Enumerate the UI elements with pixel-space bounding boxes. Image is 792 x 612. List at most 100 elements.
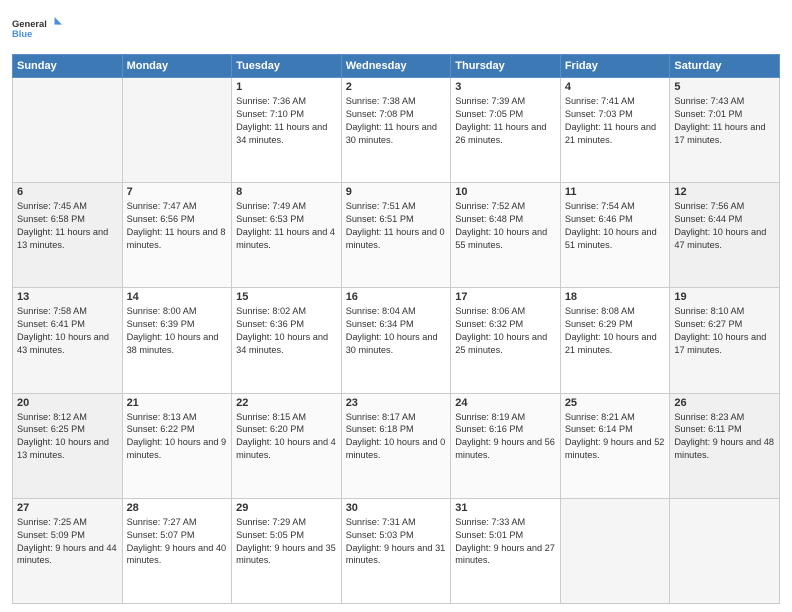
day-info: Sunrise: 8:10 AMSunset: 6:27 PMDaylight:…	[674, 305, 775, 357]
day-number: 20	[17, 397, 118, 409]
svg-text:General: General	[12, 19, 47, 29]
calendar-cell: 27Sunrise: 7:25 AMSunset: 5:09 PMDayligh…	[13, 498, 123, 603]
day-info: Sunrise: 8:21 AMSunset: 6:14 PMDaylight:…	[565, 411, 666, 463]
calendar-cell: 21 Sunrise: 8:13 AMSunset: 6:22 PMDayligh…	[122, 393, 232, 498]
calendar-week-row: 1Sunrise: 7:36 AMSunset: 7:10 PMDaylight…	[13, 78, 780, 183]
logo-svg: General Blue	[12, 10, 62, 48]
day-number: 1	[236, 81, 337, 93]
day-number: 30	[346, 502, 447, 514]
day-info: Sunrise: 7:56 AMSunset: 6:44 PMDaylight:…	[674, 200, 775, 252]
day-info: Sunrise: 8:15 AMSunset: 6:20 PMDaylight:…	[236, 411, 337, 463]
calendar-cell: 6Sunrise: 7:45 AMSunset: 6:58 PMDaylight…	[13, 183, 123, 288]
calendar-cell: 16 Sunrise: 8:04 AMSunset: 6:34 PMDayligh…	[341, 288, 451, 393]
day-info: Sunrise: 8:06 AMSunset: 6:32 PMDaylight:…	[455, 305, 556, 357]
day-number: 21	[127, 397, 228, 409]
day-number: 13	[17, 291, 118, 303]
day-info: Sunrise: 7:43 AMSunset: 7:01 PMDaylight:…	[674, 95, 775, 147]
calendar-header-row: SundayMondayTuesdayWednesdayThursdayFrid…	[13, 55, 780, 78]
calendar-week-row: 13 Sunrise: 7:58 AMSunset: 6:41 PMDayligh…	[13, 288, 780, 393]
weekday-header: Saturday	[670, 55, 780, 78]
day-info: Sunrise: 7:51 AMSunset: 6:51 PMDaylight:…	[346, 200, 447, 252]
calendar-cell: 20 Sunrise: 8:12 AMSunset: 6:25 PMDayligh…	[13, 393, 123, 498]
calendar-cell: 25 Sunrise: 8:21 AMSunset: 6:14 PMDayligh…	[560, 393, 670, 498]
day-info: Sunrise: 8:12 AMSunset: 6:25 PMDaylight:…	[17, 411, 118, 463]
calendar-cell: 23Sunrise: 8:17 AMSunset: 6:18 PMDayligh…	[341, 393, 451, 498]
calendar-cell: 17Sunrise: 8:06 AMSunset: 6:32 PMDayligh…	[451, 288, 561, 393]
calendar-cell	[670, 498, 780, 603]
weekday-header: Monday	[122, 55, 232, 78]
calendar-cell: 8 Sunrise: 7:49 AMSunset: 6:53 PMDaylight…	[232, 183, 342, 288]
calendar-cell: 18Sunrise: 8:08 AMSunset: 6:29 PMDayligh…	[560, 288, 670, 393]
day-number: 8	[236, 186, 337, 198]
calendar-cell: 15Sunrise: 8:02 AMSunset: 6:36 PMDayligh…	[232, 288, 342, 393]
day-info: Sunrise: 8:23 AMSunset: 6:11 PMDaylight:…	[674, 411, 775, 463]
day-number: 4	[565, 81, 666, 93]
day-info: Sunrise: 7:29 AMSunset: 5:05 PMDaylight:…	[236, 516, 337, 568]
day-info: Sunrise: 7:25 AMSunset: 5:09 PMDaylight:…	[17, 516, 118, 568]
day-number: 31	[455, 502, 556, 514]
calendar-cell: 12 Sunrise: 7:56 AMSunset: 6:44 PMDayligh…	[670, 183, 780, 288]
weekday-header: Sunday	[13, 55, 123, 78]
day-info: Sunrise: 7:49 AMSunset: 6:53 PMDaylight:…	[236, 200, 337, 252]
day-info: Sunrise: 7:58 AMSunset: 6:41 PMDaylight:…	[17, 305, 118, 357]
calendar-cell: 7 Sunrise: 7:47 AMSunset: 6:56 PMDaylight…	[122, 183, 232, 288]
day-number: 24	[455, 397, 556, 409]
day-number: 14	[127, 291, 228, 303]
day-info: Sunrise: 7:47 AMSunset: 6:56 PMDaylight:…	[127, 200, 228, 252]
calendar-cell: 13 Sunrise: 7:58 AMSunset: 6:41 PMDayligh…	[13, 288, 123, 393]
day-number: 29	[236, 502, 337, 514]
day-info: Sunrise: 7:54 AMSunset: 6:46 PMDaylight:…	[565, 200, 666, 252]
day-info: Sunrise: 7:52 AMSunset: 6:48 PMDaylight:…	[455, 200, 556, 252]
calendar-cell: 26 Sunrise: 8:23 AMSunset: 6:11 PMDayligh…	[670, 393, 780, 498]
calendar-cell: 4 Sunrise: 7:41 AMSunset: 7:03 PMDaylight…	[560, 78, 670, 183]
day-number: 28	[127, 502, 228, 514]
calendar-week-row: 27Sunrise: 7:25 AMSunset: 5:09 PMDayligh…	[13, 498, 780, 603]
day-info: Sunrise: 7:31 AMSunset: 5:03 PMDaylight:…	[346, 516, 447, 568]
calendar-table: SundayMondayTuesdayWednesdayThursdayFrid…	[12, 54, 780, 604]
day-info: Sunrise: 8:04 AMSunset: 6:34 PMDaylight:…	[346, 305, 447, 357]
day-number: 7	[127, 186, 228, 198]
day-number: 10	[455, 186, 556, 198]
day-info: Sunrise: 7:27 AMSunset: 5:07 PMDaylight:…	[127, 516, 228, 568]
day-info: Sunrise: 7:39 AMSunset: 7:05 PMDaylight:…	[455, 95, 556, 147]
day-number: 19	[674, 291, 775, 303]
day-number: 25	[565, 397, 666, 409]
calendar-cell: 24 Sunrise: 8:19 AMSunset: 6:16 PMDayligh…	[451, 393, 561, 498]
day-number: 15	[236, 291, 337, 303]
day-info: Sunrise: 7:41 AMSunset: 7:03 PMDaylight:…	[565, 95, 666, 147]
calendar-cell: 22Sunrise: 8:15 AMSunset: 6:20 PMDayligh…	[232, 393, 342, 498]
day-number: 3	[455, 81, 556, 93]
day-number: 11	[565, 186, 666, 198]
day-info: Sunrise: 8:17 AMSunset: 6:18 PMDaylight:…	[346, 411, 447, 463]
calendar-cell: 9 Sunrise: 7:51 AMSunset: 6:51 PMDaylight…	[341, 183, 451, 288]
day-info: Sunrise: 8:19 AMSunset: 6:16 PMDaylight:…	[455, 411, 556, 463]
day-info: Sunrise: 7:45 AMSunset: 6:58 PMDaylight:…	[17, 200, 118, 252]
day-number: 18	[565, 291, 666, 303]
calendar-cell: 5 Sunrise: 7:43 AMSunset: 7:01 PMDaylight…	[670, 78, 780, 183]
calendar-cell: 1Sunrise: 7:36 AMSunset: 7:10 PMDaylight…	[232, 78, 342, 183]
calendar-cell	[13, 78, 123, 183]
calendar-cell	[122, 78, 232, 183]
day-number: 5	[674, 81, 775, 93]
calendar-week-row: 20 Sunrise: 8:12 AMSunset: 6:25 PMDayligh…	[13, 393, 780, 498]
weekday-header: Wednesday	[341, 55, 451, 78]
calendar-week-row: 6Sunrise: 7:45 AMSunset: 6:58 PMDaylight…	[13, 183, 780, 288]
calendar-cell: 14 Sunrise: 8:00 AMSunset: 6:39 PMDayligh…	[122, 288, 232, 393]
logo: General Blue	[12, 10, 62, 48]
weekday-header: Tuesday	[232, 55, 342, 78]
day-number: 2	[346, 81, 447, 93]
day-info: Sunrise: 8:00 AMSunset: 6:39 PMDaylight:…	[127, 305, 228, 357]
calendar-cell: 10 Sunrise: 7:52 AMSunset: 6:48 PMDayligh…	[451, 183, 561, 288]
calendar-cell: 3 Sunrise: 7:39 AMSunset: 7:05 PMDaylight…	[451, 78, 561, 183]
day-info: Sunrise: 8:13 AMSunset: 6:22 PMDaylight:…	[127, 411, 228, 463]
day-info: Sunrise: 7:38 AMSunset: 7:08 PMDaylight:…	[346, 95, 447, 147]
calendar-cell	[560, 498, 670, 603]
day-number: 12	[674, 186, 775, 198]
day-number: 16	[346, 291, 447, 303]
day-number: 26	[674, 397, 775, 409]
calendar-cell: 30 Sunrise: 7:31 AMSunset: 5:03 PMDayligh…	[341, 498, 451, 603]
calendar-cell: 19 Sunrise: 8:10 AMSunset: 6:27 PMDayligh…	[670, 288, 780, 393]
calendar-cell: 2 Sunrise: 7:38 AMSunset: 7:08 PMDaylight…	[341, 78, 451, 183]
calendar-cell: 29 Sunrise: 7:29 AMSunset: 5:05 PMDayligh…	[232, 498, 342, 603]
day-number: 9	[346, 186, 447, 198]
